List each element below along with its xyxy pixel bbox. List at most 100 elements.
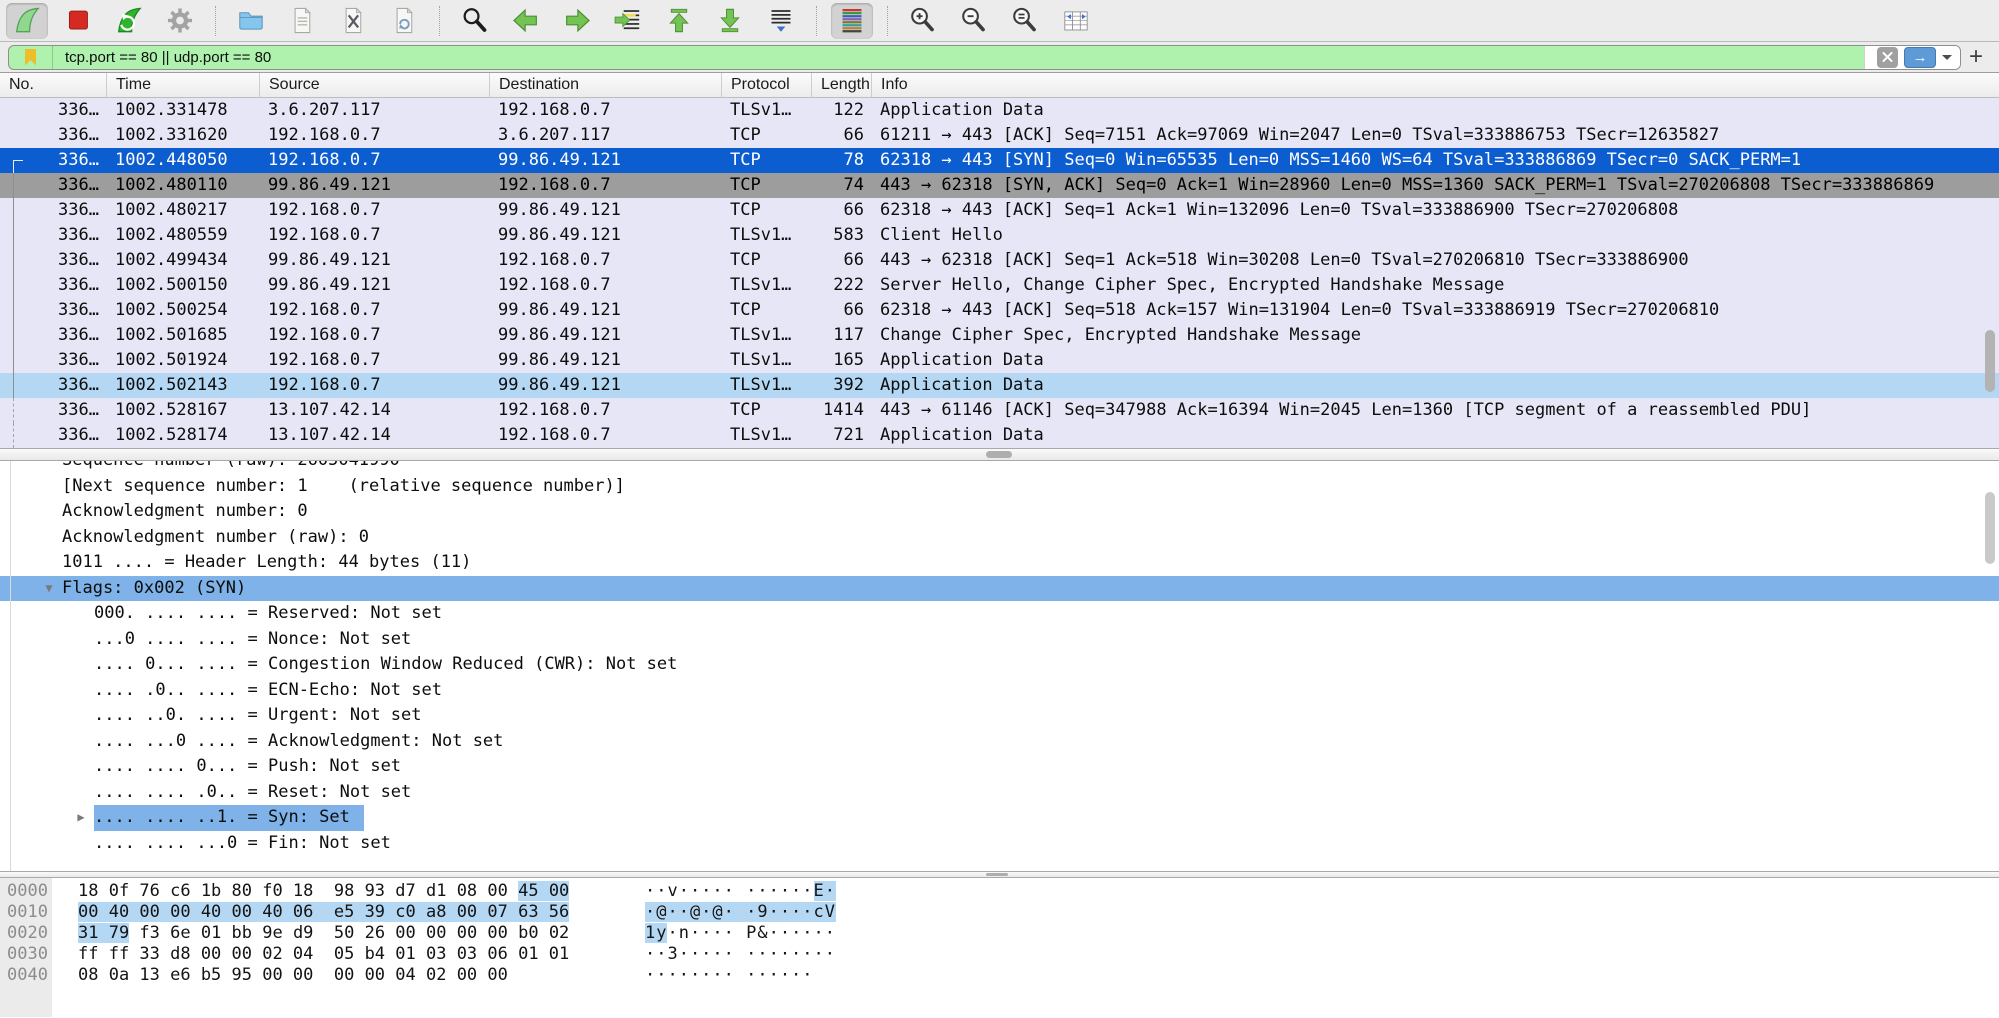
- packet-row[interactable]: 336… 1002.500254 192.168.0.7 99.86.49.12…: [0, 298, 1999, 323]
- hex-bytes[interactable]: ff ff 33 d8 00 00 02 04 05 b4 01 03 03 0…: [78, 944, 608, 965]
- zoom-in-icon[interactable]: [902, 3, 944, 39]
- packet-row[interactable]: 336… 1002.502143 192.168.0.7 99.86.49.12…: [0, 373, 1999, 398]
- resize-columns-icon[interactable]: [1055, 3, 1097, 39]
- hex-bytes[interactable]: 18 0f 76 c6 1b 80 f0 18 98 93 d7 d1 08 0…: [78, 881, 608, 902]
- ascii-plain: ··v····· ······: [645, 881, 814, 901]
- packet-row[interactable]: 336… 1002.448050 192.168.0.7 99.86.49.12…: [0, 148, 1999, 173]
- filter-bookmark-button[interactable]: [9, 46, 53, 69]
- zoom-out-icon[interactable]: [953, 3, 995, 39]
- detail-line[interactable]: .... ...0 .... = Acknowledgment: Not set: [0, 729, 1999, 755]
- detail-line[interactable]: ...0 .... .... = Nonce: Not set: [0, 627, 1999, 653]
- packet-row[interactable]: 336… 1002.480559 192.168.0.7 99.86.49.12…: [0, 223, 1999, 248]
- packet-length: 165: [812, 348, 872, 373]
- hex-row[interactable]: 0020 31 79 f3 6e 01 bb 9e d9 50 26 00 00…: [0, 923, 1999, 944]
- save-file-icon[interactable]: [281, 3, 323, 39]
- display-filter-input[interactable]: tcp.port == 80 || udp.port == 80: [53, 46, 1864, 69]
- packet-row[interactable]: 336… 1002.500150 99.86.49.121 192.168.0.…: [0, 273, 1999, 298]
- detail-line[interactable]: .... 0... .... = Congestion Window Reduc…: [0, 652, 1999, 678]
- detail-line[interactable]: 000. .... .... = Reserved: Not set: [0, 601, 1999, 627]
- add-filter-button[interactable]: +: [1961, 44, 1991, 70]
- detail-line[interactable]: Sequence number (raw): 2605041990: [0, 461, 1999, 474]
- splitter-handle[interactable]: [986, 873, 1008, 876]
- hex-bytes[interactable]: 08 0a 13 e6 b5 95 00 00 00 00 04 02 00 0…: [78, 965, 608, 986]
- packet-list-scrollbar[interactable]: [1985, 330, 1995, 392]
- hex-row[interactable]: 0010 00 40 00 00 40 00 40 06 e5 39 c0 a8…: [0, 902, 1999, 923]
- packet-row[interactable]: 336… 1002.501924 192.168.0.7 99.86.49.12…: [0, 348, 1999, 373]
- packet-row[interactable]: 336… 1002.331620 192.168.0.7 3.6.207.117…: [0, 123, 1999, 148]
- packet-row[interactable]: 336… 1002.528174 13.107.42.14 192.168.0.…: [0, 423, 1999, 448]
- find-packet-icon[interactable]: [454, 3, 496, 39]
- go-to-packet-icon[interactable]: [607, 3, 649, 39]
- detail-line[interactable]: .... .... .0.. = Reset: Not set: [0, 780, 1999, 806]
- packet-time: 1002.480110: [107, 173, 260, 198]
- details-bytes-splitter[interactable]: [0, 871, 1999, 878]
- ascii-bytes[interactable]: ··v····· ······E·: [645, 881, 836, 902]
- display-filter-field[interactable]: tcp.port == 80 || udp.port == 80 →: [8, 45, 1961, 70]
- close-file-icon[interactable]: [332, 3, 374, 39]
- packet-row[interactable]: 336… 1002.331478 3.6.207.117 192.168.0.7…: [0, 98, 1999, 123]
- detail-text: Flags: 0x002 (SYN): [62, 576, 246, 602]
- go-last-packet-icon[interactable]: [709, 3, 751, 39]
- list-details-splitter[interactable]: [0, 448, 1999, 461]
- column-header-length[interactable]: Length: [812, 73, 872, 97]
- packet-row[interactable]: 336… 1002.480110 99.86.49.121 192.168.0.…: [0, 173, 1999, 198]
- open-file-icon[interactable]: [230, 3, 272, 39]
- column-header-source[interactable]: Source: [260, 73, 490, 97]
- restart-capture-icon[interactable]: [108, 3, 150, 39]
- hex-bytes[interactable]: 00 40 00 00 40 00 40 06 e5 39 c0 a8 00 0…: [78, 902, 608, 923]
- hex-row[interactable]: 0040 08 0a 13 e6 b5 95 00 00 00 00 04 02…: [0, 965, 1999, 986]
- expand-triangle-icon[interactable]: [68, 805, 94, 831]
- zoom-reset-icon[interactable]: [1004, 3, 1046, 39]
- colorize-packets-icon[interactable]: [831, 3, 873, 39]
- packet-row[interactable]: 336… 1002.528167 13.107.42.14 192.168.0.…: [0, 398, 1999, 423]
- ascii-bytes[interactable]: ········ ······: [645, 965, 814, 986]
- detail-line[interactable]: [Next sequence number: 1 (relative seque…: [0, 474, 1999, 500]
- go-first-packet-icon[interactable]: [658, 3, 700, 39]
- packet-protocol: TLSv1…: [722, 323, 812, 348]
- detail-line[interactable]: Acknowledgment number (raw): 0: [0, 525, 1999, 551]
- expand-triangle-icon[interactable]: [36, 576, 62, 602]
- stop-capture-icon[interactable]: [57, 3, 99, 39]
- detail-line[interactable]: .... .... ..1. = Syn: Set: [0, 805, 1999, 831]
- packet-protocol: TCP: [722, 248, 812, 273]
- packet-source: 192.168.0.7: [260, 298, 490, 323]
- column-header-time[interactable]: Time: [107, 73, 260, 97]
- auto-scroll-icon[interactable]: [760, 3, 802, 39]
- hex-row[interactable]: 0030 ff ff 33 d8 00 00 02 04 05 b4 01 03…: [0, 944, 1999, 965]
- details-scrollbar[interactable]: [1985, 492, 1995, 564]
- detail-line[interactable]: .... .0.. .... = ECN-Echo: Not set: [0, 678, 1999, 704]
- detail-line[interactable]: .... ..0. .... = Urgent: Not set: [0, 703, 1999, 729]
- packet-list-header: No. Time Source Destination Protocol Len…: [0, 73, 1999, 98]
- apply-filter-button[interactable]: →: [1904, 47, 1936, 68]
- column-header-info[interactable]: Info: [872, 73, 1999, 97]
- detail-line[interactable]: 1011 .... = Header Length: 44 bytes (11): [0, 550, 1999, 576]
- packet-protocol: TLSv1…: [722, 423, 812, 448]
- column-header-protocol[interactable]: Protocol: [722, 73, 812, 97]
- reload-file-icon[interactable]: [383, 3, 425, 39]
- packet-row[interactable]: 336… 1002.480217 192.168.0.7 99.86.49.12…: [0, 198, 1999, 223]
- detail-line[interactable]: .... .... ...0 = Fin: Not set: [0, 831, 1999, 857]
- splitter-handle[interactable]: [986, 451, 1012, 458]
- ascii-bytes[interactable]: ·@··@·@· ·9····cV: [645, 902, 836, 923]
- column-header-destination[interactable]: Destination: [490, 73, 722, 97]
- packet-length: 66: [812, 123, 872, 148]
- go-back-icon[interactable]: [505, 3, 547, 39]
- packet-row[interactable]: 336… 1002.501685 192.168.0.7 99.86.49.12…: [0, 323, 1999, 348]
- toolbar-separator: [816, 6, 817, 36]
- clear-filter-icon[interactable]: [1877, 47, 1898, 68]
- detail-line[interactable]: .... .... 0... = Push: Not set: [0, 754, 1999, 780]
- start-capture-icon[interactable]: [6, 3, 48, 39]
- column-header-no[interactable]: No.: [0, 73, 107, 97]
- detail-line[interactable]: Acknowledgment number: 0: [0, 499, 1999, 525]
- detail-text: 000. .... .... = Reserved: Not set: [94, 601, 442, 627]
- detail-line[interactable]: Flags: 0x002 (SYN): [0, 576, 1999, 602]
- go-forward-icon[interactable]: [556, 3, 598, 39]
- capture-options-icon[interactable]: [159, 3, 201, 39]
- hex-row[interactable]: 0000 18 0f 76 c6 1b 80 f0 18 98 93 d7 d1…: [0, 881, 1999, 902]
- filter-history-chevron-down-icon[interactable]: [1942, 55, 1952, 65]
- packet-row[interactable]: 336… 1002.499434 99.86.49.121 192.168.0.…: [0, 248, 1999, 273]
- ascii-bytes[interactable]: ··3····· ········: [645, 944, 836, 965]
- hex-bytes[interactable]: 31 79 f3 6e 01 bb 9e d9 50 26 00 00 00 0…: [78, 923, 608, 944]
- ascii-bytes[interactable]: 1y·n···· P&······: [645, 923, 836, 944]
- packet-length: 583: [812, 223, 872, 248]
